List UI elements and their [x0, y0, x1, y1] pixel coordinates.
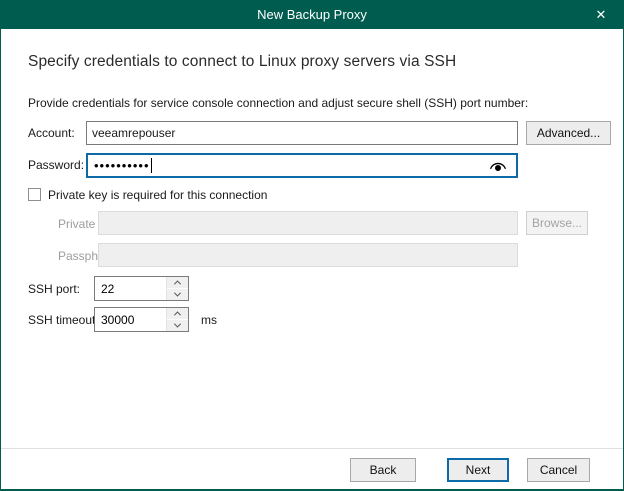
ssh-timeout-label: SSH timeout:: [28, 313, 99, 327]
password-label: Password:: [28, 158, 84, 172]
text-caret: [151, 158, 152, 173]
passphrase-input: [98, 243, 518, 267]
account-label: Account:: [28, 126, 75, 140]
back-button-label: Back: [370, 463, 397, 477]
private-key-checkbox-label: Private key is required for this connect…: [48, 188, 267, 202]
ssh-port-value[interactable]: 22: [95, 277, 166, 300]
advanced-button-label: Advanced...: [537, 126, 600, 140]
ssh-timeout-value[interactable]: 30000: [95, 308, 166, 331]
ssh-timeout-unit: ms: [201, 313, 217, 327]
form-caption: Provide credentials for service console …: [28, 96, 528, 110]
cancel-button-label: Cancel: [540, 463, 577, 477]
browse-button-label: Browse...: [532, 216, 582, 230]
private-key-input: [98, 211, 518, 235]
ssh-port-label: SSH port:: [28, 282, 80, 296]
chevron-up-icon: [174, 280, 181, 287]
page-title: Specify credentials to connect to Linux …: [28, 53, 456, 71]
next-button[interactable]: Next: [447, 458, 509, 482]
password-masked-value: ••••••••••: [94, 158, 150, 173]
password-input[interactable]: ••••••••••: [86, 153, 518, 178]
spin-up-button[interactable]: [167, 308, 188, 319]
account-input[interactable]: [86, 121, 518, 145]
close-icon: ✕: [596, 7, 607, 23]
spin-up-button[interactable]: [167, 277, 188, 288]
spin-down-button[interactable]: [167, 319, 188, 331]
title-bar: New Backup Proxy ✕: [0, 0, 624, 29]
ssh-port-spin-buttons: [166, 277, 188, 300]
footer-separator: [1, 448, 624, 449]
chevron-down-icon: [174, 290, 181, 297]
cancel-button[interactable]: Cancel: [527, 458, 590, 482]
private-key-checkbox[interactable]: [28, 188, 41, 201]
next-button-label: Next: [466, 463, 491, 477]
browse-button: Browse...: [526, 211, 588, 235]
back-button[interactable]: Back: [350, 458, 416, 482]
window-title: New Backup Proxy: [257, 7, 367, 22]
close-button[interactable]: ✕: [578, 0, 624, 29]
chevron-down-icon: [174, 321, 181, 328]
chevron-up-icon: [174, 311, 181, 318]
ssh-port-spinner[interactable]: 22: [94, 276, 189, 301]
password-reveal-icon[interactable]: [488, 157, 508, 174]
spin-down-button[interactable]: [167, 288, 188, 300]
new-backup-proxy-dialog: New Backup Proxy ✕ Specify credentials t…: [0, 0, 624, 491]
ssh-timeout-spinner[interactable]: 30000: [94, 307, 189, 332]
advanced-button[interactable]: Advanced...: [526, 121, 611, 145]
ssh-timeout-spin-buttons: [166, 308, 188, 331]
